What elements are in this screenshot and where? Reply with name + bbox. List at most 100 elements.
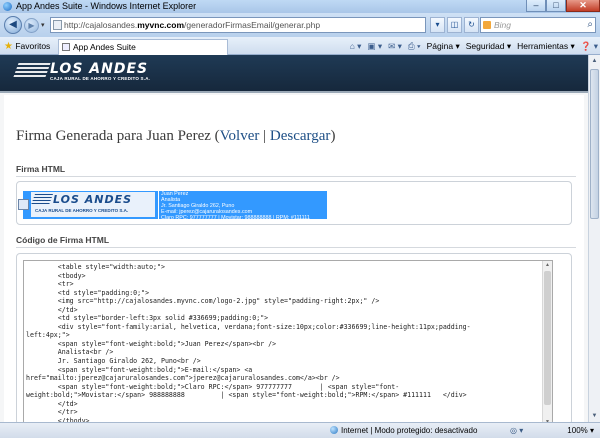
- recent-pages-dropdown[interactable]: ▾: [41, 21, 45, 29]
- code-line: <td style="border-left:3px solid #336699…: [26, 314, 269, 323]
- code-container: <table style="width:auto;"> <tbody> <tr>…: [16, 253, 572, 422]
- site-header: LOS ANDES CAJA RURAL DE AHORRO Y CREDITO…: [0, 55, 588, 91]
- title-separator: |: [259, 128, 270, 144]
- code-line: href="mailto:jperez@cajaruralosandes.com…: [26, 374, 340, 383]
- code-line: <tbody>: [26, 271, 86, 280]
- signature-logo-sub: CAJA RURAL DE AHORRO Y CREDITO S.A.: [35, 208, 129, 213]
- code-line: </td>: [26, 399, 78, 408]
- address-dropdown-button[interactable]: ▾: [430, 17, 445, 33]
- protected-mode-icon[interactable]: ◎ ▾: [510, 423, 523, 438]
- compatibility-view-icon[interactable]: ◫: [447, 17, 462, 33]
- home-icon[interactable]: ⌂ ▾: [350, 37, 362, 55]
- help-icon[interactable]: ❓ ▾: [581, 37, 598, 55]
- page-viewport: LOS ANDES CAJA RURAL DE AHORRO Y CREDITO…: [0, 55, 588, 422]
- zoom-level[interactable]: 100% ▾: [567, 423, 594, 438]
- signature-preview-box: LOS ANDES CAJA RURAL DE AHORRO Y CREDITO…: [16, 181, 572, 225]
- scroll-up-icon[interactable]: ▲: [589, 55, 600, 67]
- download-link[interactable]: Descargar: [270, 128, 331, 144]
- section-divider: [16, 176, 576, 177]
- code-line: <span style="font-weight:bold;">Claro RP…: [26, 382, 400, 391]
- address-bar[interactable]: http://cajalosandes.myvnc.com/generadorF…: [50, 17, 426, 33]
- logo-sub-text: CAJA RURAL DE AHORRO Y CREDITO S.A.: [50, 76, 151, 81]
- page-title: Firma Generada para Juan Perez (Volver |…: [16, 128, 335, 145]
- star-icon: ★: [4, 41, 13, 52]
- code-line: <img src="http://cajalosandes.myvnc.com/…: [26, 297, 380, 306]
- window-title: App Andes Suite - Windows Internet Explo…: [16, 1, 197, 11]
- browser-tab[interactable]: App Andes Suite: [58, 39, 228, 55]
- refresh-icon[interactable]: ↻: [464, 17, 479, 33]
- search-icon[interactable]: ⌕: [587, 18, 593, 32]
- security-zone[interactable]: Internet | Modo protegido: desactivado: [330, 423, 477, 438]
- code-line: <div style="font-family:arial, helvetica…: [26, 322, 471, 331]
- signature-selection[interactable]: LOS ANDES CAJA RURAL DE AHORRO Y CREDITO…: [18, 191, 327, 221]
- page-scrollbar[interactable]: ▲ ▼: [588, 55, 600, 422]
- tab-title: App Andes Suite: [73, 42, 136, 52]
- forward-button[interactable]: ▶: [24, 18, 39, 33]
- title-suffix: ): [330, 128, 336, 144]
- code-line: <table style="width:auto;">: [26, 263, 165, 271]
- command-buttons: ⌂ ▾ ▣ ▾ ✉ ▾ ⎙ ▾ Página ▾ Seguridad ▾ Her…: [350, 37, 598, 55]
- favorites-label: Favoritos: [15, 41, 51, 51]
- signature-logo-stripes-icon: [30, 194, 54, 205]
- mail-icon[interactable]: ✉ ▾: [388, 37, 402, 55]
- url-domain: myvnc.com: [137, 20, 185, 30]
- code-line: <span style="font-weight:bold;">Juan Per…: [26, 339, 277, 348]
- back-link[interactable]: Volver: [220, 128, 260, 144]
- status-bar: Internet | Modo protegido: desactivado ◎…: [0, 422, 600, 438]
- tools-menu[interactable]: Herramientas ▾: [517, 37, 575, 55]
- section-divider: [16, 247, 576, 248]
- back-button[interactable]: ◀: [4, 16, 22, 34]
- tab-page-icon: [62, 43, 70, 51]
- code-textarea[interactable]: <table style="width:auto;"> <tbody> <tr>…: [23, 260, 553, 422]
- page-content: Firma Generada para Juan Perez (Volver |…: [4, 95, 584, 422]
- print-icon[interactable]: ⎙ ▾: [408, 37, 421, 55]
- signature-text: Juan Perez Analista Jr. Santiago Giraldo…: [158, 191, 310, 221]
- bing-icon: [483, 21, 491, 29]
- signature-logo-main: LOS ANDES: [53, 193, 133, 206]
- code-line: <td style="padding:0;">: [26, 288, 150, 297]
- code-line: </td>: [26, 305, 78, 314]
- page-icon: [53, 20, 62, 30]
- code-line: Analista<br />: [26, 348, 114, 357]
- header-divider: [0, 91, 588, 93]
- url-path: /generadorFirmasEmail/generar.php: [184, 20, 321, 30]
- feeds-icon[interactable]: ▣ ▾: [367, 37, 382, 55]
- section-title-html: Firma HTML: [16, 164, 66, 174]
- code-line: left:4px;">: [26, 331, 70, 340]
- code-line: Jr. Santiago Giraldo 262, Puno<br />: [26, 357, 201, 366]
- title-prefix: Firma Generada para Juan Perez (: [16, 128, 220, 144]
- favorites-button[interactable]: ★ Favoritos: [4, 37, 50, 56]
- signature-logo: LOS ANDES CAJA RURAL DE AHORRO Y CREDITO…: [30, 192, 155, 217]
- ie-app-icon: [3, 2, 12, 11]
- maximize-button[interactable]: □: [546, 0, 566, 12]
- code-line: <tr>: [26, 280, 74, 289]
- close-button[interactable]: ✕: [566, 0, 600, 12]
- code-scrollbar[interactable]: ▲ ▼: [542, 261, 552, 422]
- minimize-button[interactable]: –: [526, 0, 546, 12]
- site-logo[interactable]: LOS ANDES CAJA RURAL DE AHORRO Y CREDITO…: [13, 61, 166, 87]
- address-toolbar: ◀ ▶ ▾ http://cajalosandes.myvnc.com/gene…: [0, 13, 600, 37]
- search-placeholder: Bing: [494, 20, 512, 30]
- window-controls: – □ ✕: [526, 0, 600, 13]
- page-menu[interactable]: Página ▾: [427, 37, 460, 55]
- security-menu[interactable]: Seguridad ▾: [466, 37, 511, 55]
- globe-icon: [330, 426, 338, 434]
- code-scroll-thumb[interactable]: [544, 271, 551, 405]
- code-line: </tr>: [26, 408, 78, 417]
- scroll-down-icon[interactable]: ▼: [589, 410, 600, 422]
- code-line: <span style="font-weight:bold;">E-mail:<…: [26, 365, 253, 374]
- command-bar: ★ Favoritos App Andes Suite ⌂ ▾ ▣ ▾ ✉ ▾ …: [0, 37, 600, 55]
- window-titlebar: App Andes Suite - Windows Internet Explo…: [0, 0, 600, 13]
- zone-text: Internet | Modo protegido: desactivado: [341, 426, 478, 435]
- section-title-code: Código de Firma HTML: [16, 235, 110, 245]
- scroll-thumb[interactable]: [590, 69, 599, 219]
- logo-main-text: LOS ANDES: [50, 61, 149, 77]
- code-line: weight:bold;">Movistar:</span> 988888888…: [26, 391, 467, 400]
- logo-stripes-icon: [13, 63, 51, 77]
- code-lines: <table style="width:auto;"> <tbody> <tr>…: [26, 263, 542, 422]
- search-input[interactable]: Bing ⌕: [480, 17, 596, 33]
- signature-phones: Claro RPC: 977777777 | Movistar: 9888888…: [161, 215, 310, 221]
- drag-handle-icon[interactable]: [18, 199, 29, 210]
- url-prefix: http://cajalosandes.: [64, 20, 138, 30]
- code-scroll-up-icon[interactable]: ▲: [543, 261, 552, 270]
